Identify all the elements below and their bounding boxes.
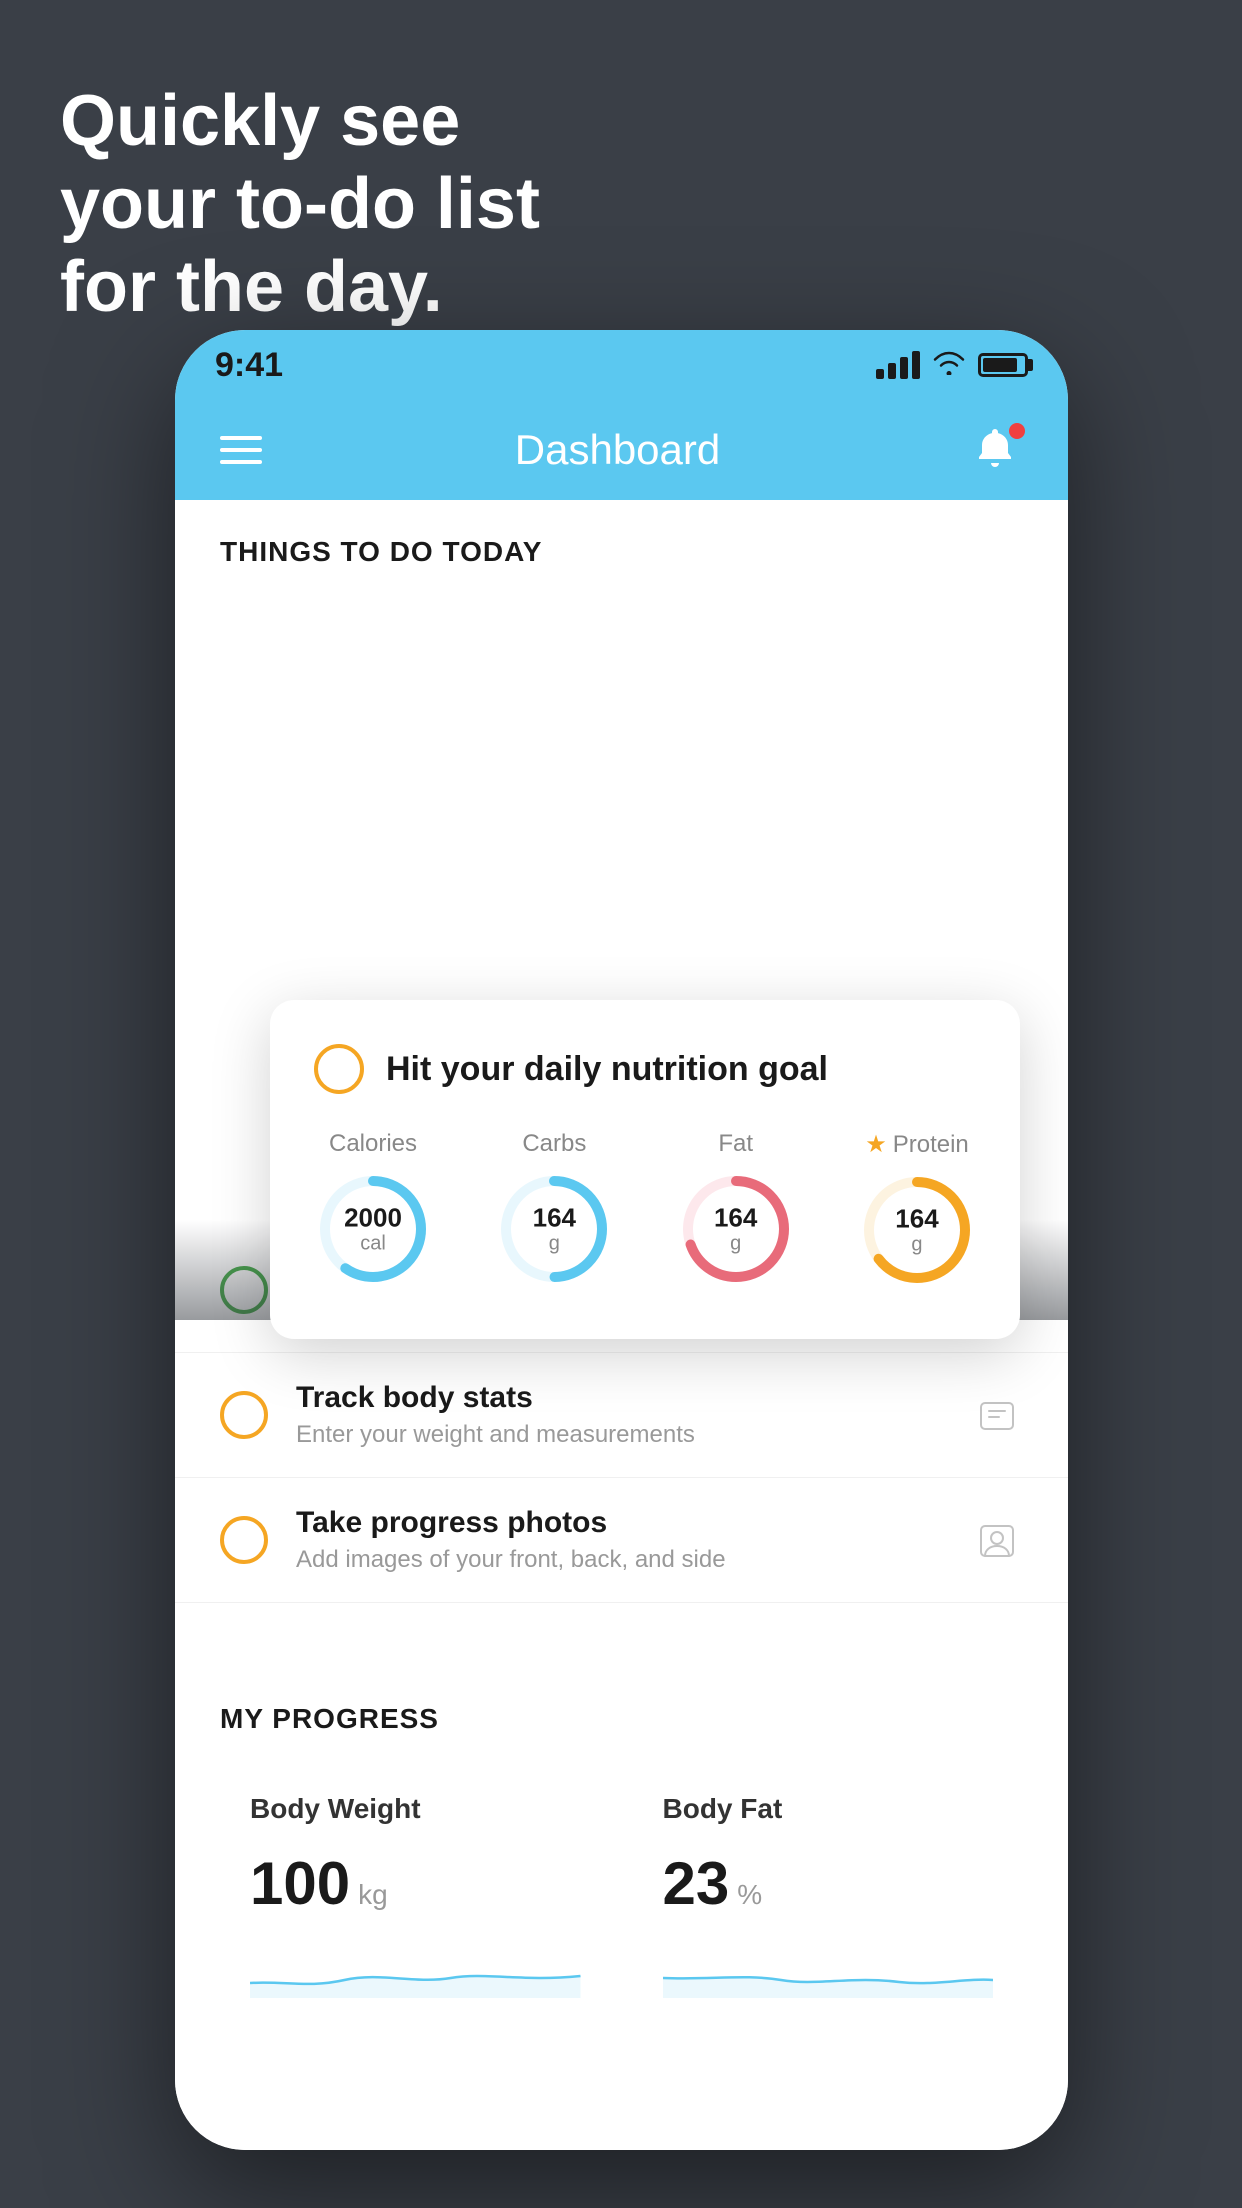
body-stats-text: Track body stats Enter your weight and m…	[296, 1381, 943, 1449]
macro-protein: ★ Protein 164 g	[858, 1130, 976, 1289]
calories-donut: 2000 cal	[314, 1170, 432, 1288]
body-fat-value-row: 23 %	[663, 1849, 994, 1918]
things-to-do-header: THINGS TO DO TODAY	[175, 500, 1068, 588]
photos-title: Take progress photos	[296, 1506, 943, 1540]
status-time: 9:41	[215, 346, 283, 385]
macro-carbs: Carbs 164 g	[495, 1130, 613, 1288]
body-weight-number: 100	[250, 1849, 350, 1918]
headline: Quickly see your to-do list for the day.	[60, 80, 540, 328]
carbs-value: 164	[533, 1204, 576, 1233]
macro-calories: Calories 2000 cal	[314, 1130, 432, 1288]
battery-icon	[978, 353, 1028, 377]
progress-cards: Body Weight 100 kg B	[220, 1763, 1023, 2003]
todo-item-photos[interactable]: Take progress photos Add images of your …	[175, 1478, 1068, 1603]
phone-frame: 9:41	[175, 330, 1068, 2150]
headline-line3: for the day.	[60, 246, 540, 329]
nav-title: Dashboard	[515, 426, 720, 474]
protein-unit: g	[895, 1233, 938, 1255]
nutrition-card-title: Hit your daily nutrition goal	[386, 1050, 828, 1089]
body-stats-subtitle: Enter your weight and measurements	[296, 1421, 943, 1449]
body-stats-title: Track body stats	[296, 1381, 943, 1415]
fat-unit: g	[714, 1232, 757, 1254]
macros-row: Calories 2000 cal	[314, 1130, 976, 1289]
carbs-label: Carbs	[522, 1130, 586, 1158]
nav-bar: Dashboard	[175, 400, 1068, 500]
body-fat-chart	[663, 1938, 994, 1998]
fat-donut: 164 g	[677, 1170, 795, 1288]
body-weight-value-row: 100 kg	[250, 1849, 581, 1918]
photos-subtitle: Add images of your front, back, and side	[296, 1546, 943, 1574]
protein-star-icon: ★	[865, 1130, 887, 1159]
body-weight-card-title: Body Weight	[250, 1793, 581, 1825]
hamburger-menu[interactable]	[220, 436, 262, 464]
protein-label: Protein	[893, 1131, 969, 1159]
nutrition-check-circle[interactable]	[314, 1044, 364, 1094]
body-fat-unit: %	[737, 1879, 762, 1911]
body-fat-card[interactable]: Body Fat 23 %	[633, 1763, 1024, 2003]
notification-bell-icon[interactable]	[973, 425, 1023, 475]
body-stats-check-circle[interactable]	[220, 1391, 268, 1439]
carbs-unit: g	[533, 1232, 576, 1254]
fat-value: 164	[714, 1204, 757, 1233]
calories-value: 2000	[344, 1204, 402, 1233]
headline-line1: Quickly see	[60, 80, 540, 163]
protein-donut: 164 g	[858, 1171, 976, 1289]
macro-fat: Fat 164 g	[677, 1130, 795, 1288]
body-fat-card-title: Body Fat	[663, 1793, 994, 1825]
main-content: THINGS TO DO TODAY Hit your daily nutrit…	[175, 500, 1068, 2150]
carbs-donut: 164 g	[495, 1170, 613, 1288]
photos-text: Take progress photos Add images of your …	[296, 1506, 943, 1574]
body-weight-unit: kg	[358, 1879, 388, 1911]
headline-line2: your to-do list	[60, 163, 540, 246]
calories-unit: cal	[344, 1232, 402, 1254]
status-icons	[876, 349, 1028, 382]
nutrition-card: Hit your daily nutrition goal Calories	[270, 1000, 1020, 1339]
fat-label: Fat	[718, 1130, 753, 1158]
person-photo-icon	[971, 1514, 1023, 1566]
scale-icon	[971, 1389, 1023, 1441]
signal-icon	[876, 351, 920, 379]
calories-label: Calories	[329, 1130, 417, 1158]
body-fat-number: 23	[663, 1849, 730, 1918]
photos-check-circle[interactable]	[220, 1516, 268, 1564]
progress-section-title: MY PROGRESS	[220, 1703, 1023, 1735]
protein-value: 164	[895, 1205, 938, 1234]
notification-dot	[1009, 423, 1025, 439]
progress-section: MY PROGRESS Body Weight 100 kg	[175, 1663, 1068, 2033]
body-weight-card[interactable]: Body Weight 100 kg	[220, 1763, 611, 2003]
body-weight-chart	[250, 1938, 581, 1998]
status-bar: 9:41	[175, 330, 1068, 400]
wifi-icon	[932, 349, 966, 382]
todo-item-body-stats[interactable]: Track body stats Enter your weight and m…	[175, 1353, 1068, 1478]
